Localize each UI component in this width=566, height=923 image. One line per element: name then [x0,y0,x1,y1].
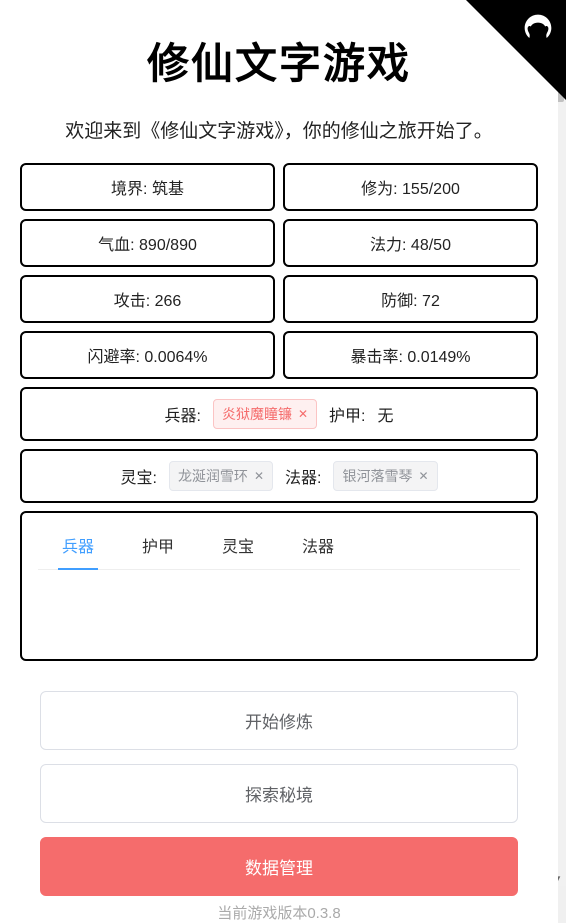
stat-realm: 境界: 筑基 [20,163,275,211]
cultivate-button[interactable]: 开始修炼 [40,691,518,750]
treasure-tag[interactable]: 龙涎润雪环 ✕ [169,461,273,491]
equip-row-treasure-artifact: 灵宝: 龙涎润雪环 ✕ 法器: 银河落雪琴 ✕ [20,449,538,503]
close-icon[interactable]: ✕ [254,470,264,482]
artifact-name: 银河落雪琴 [342,466,412,486]
artifact-tag[interactable]: 银河落雪琴 ✕ [333,461,437,491]
tab-weapon[interactable]: 兵器 [58,525,98,569]
treasure-name: 龙涎润雪环 [178,466,248,486]
armor-value: 无 [377,402,393,426]
cat-icon [522,12,554,49]
stat-cultivation-value: 155/200 [402,181,460,198]
equip-row-weapon-armor: 兵器: 炎狱魔瞳镰 ✕ 护甲: 无 [20,387,538,441]
tab-armor[interactable]: 护甲 [138,525,178,569]
treasure-label: 灵宝: [120,464,156,488]
close-icon[interactable]: ✕ [418,470,428,482]
tab-artifact[interactable]: 法器 [298,525,338,569]
stat-def-value: 72 [422,293,440,310]
inventory-tabs-container: 兵器 护甲 灵宝 法器 [20,511,538,661]
stat-atk-value: 266 [155,293,182,310]
weapon-tag[interactable]: 炎狱魔瞳镰 ✕ [213,399,317,429]
explore-button[interactable]: 探索秘境 [40,764,518,823]
stat-hp: 气血: 890/890 [20,219,275,267]
version-text: 当前游戏版本0.3.8 [20,902,538,923]
stat-atk: 攻击: 266 [20,275,275,323]
artifact-label: 法器: [285,464,321,488]
stat-def: 防御: 72 [283,275,538,323]
welcome-text: 欢迎来到《修仙文字游戏》，你的修仙之旅开始了。 [20,116,538,143]
weapon-name: 炎狱魔瞳镰 [222,404,292,424]
stat-realm-value: 筑基 [152,181,184,198]
stat-mp-label: 法力: [370,237,406,254]
stat-mp: 法力: 48/50 [283,219,538,267]
armor-label: 护甲: [329,402,365,426]
stat-atk-label: 攻击: [114,293,150,310]
stat-cultivation-label: 修为: [361,181,397,198]
stat-dodge: 闪避率: 0.0064% [20,331,275,379]
stat-def-label: 防御: [381,293,417,310]
tab-treasure[interactable]: 灵宝 [218,525,258,569]
close-icon[interactable]: ✕ [298,408,308,420]
stat-dodge-label: 闪避率: [87,349,139,366]
tabs-list: 兵器 护甲 灵宝 法器 [38,525,520,570]
stat-hp-label: 气血: [98,237,134,254]
weapon-label: 兵器: [165,402,201,426]
stat-cultivation: 修为: 155/200 [283,163,538,211]
stat-realm-label: 境界: [111,181,147,198]
stat-crit-value: 0.0149% [407,349,470,366]
stat-mp-value: 48/50 [411,237,451,254]
stat-hp-value: 890/890 [139,237,197,254]
stat-dodge-value: 0.0064% [144,349,207,366]
stat-crit: 暴击率: 0.0149% [283,331,538,379]
game-title: 修仙文字游戏 [20,30,538,91]
data-manage-button[interactable]: 数据管理 [40,837,518,896]
stat-crit-label: 暴击率: [350,349,402,366]
